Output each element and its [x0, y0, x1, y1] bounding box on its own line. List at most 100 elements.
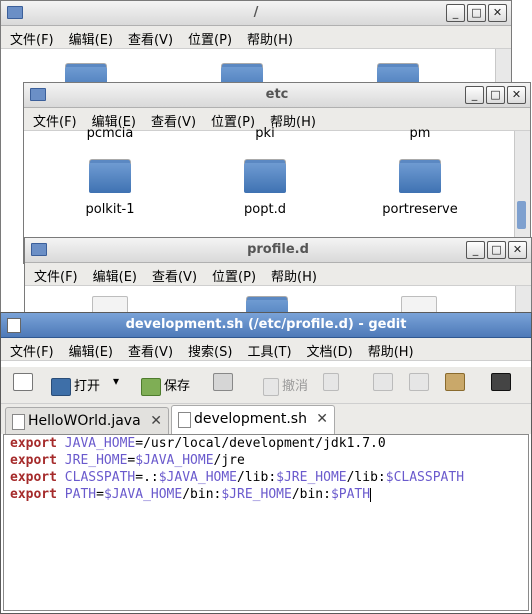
- code-keyword: export: [10, 487, 57, 502]
- scrollbar-thumb[interactable]: [517, 201, 526, 229]
- folder-label-polkit-1[interactable]: polkit-1: [60, 202, 160, 217]
- profile-menubar: 文件(F) 编辑(E) 查看(V) 位置(P) 帮助(H): [25, 263, 531, 286]
- window-controls: _ □ ✕: [464, 241, 527, 259]
- undo-button[interactable]: 撤消: [263, 375, 308, 396]
- menu-file[interactable]: 文件(F): [28, 263, 84, 288]
- menu-edit[interactable]: 编辑(E): [87, 263, 143, 288]
- root-window-title: /: [253, 5, 259, 20]
- tab-development-sh[interactable]: development.sh ✕: [171, 405, 335, 435]
- tab-label: development.sh: [194, 411, 307, 427]
- etc-window-title: etc: [265, 87, 289, 102]
- code-variable: CLASSPATH: [64, 470, 136, 485]
- folder-label-portreserve[interactable]: portreserve: [370, 202, 470, 217]
- menu-tools[interactable]: 工具(T): [241, 338, 297, 363]
- menu-edit[interactable]: 编辑(E): [63, 26, 119, 51]
- folder-icon[interactable]: [399, 159, 441, 193]
- maximize-icon[interactable]: □: [486, 86, 505, 104]
- menu-help[interactable]: 帮助(H): [362, 338, 420, 363]
- find-button[interactable]: [491, 373, 514, 391]
- folder-label-pki[interactable]: pki: [215, 126, 315, 141]
- folder-label-popt-d[interactable]: popt.d: [215, 202, 315, 217]
- gedit-titlebar[interactable]: development.sh (/etc/profile.d) - gedit: [1, 313, 531, 338]
- minimize-icon[interactable]: _: [465, 86, 484, 104]
- code-variable: $PATH: [330, 487, 371, 502]
- code-line[interactable]: export PATH=$JAVA_HOME/bin:$JRE_HOME/bin…: [4, 486, 528, 503]
- window-controls: _ □ ✕: [463, 86, 526, 104]
- folder-label-pm[interactable]: pm: [370, 126, 470, 141]
- document-icon: [12, 414, 25, 430]
- redo-button[interactable]: [323, 373, 342, 391]
- maximize-icon[interactable]: □: [487, 241, 506, 259]
- tab-hello-world-java[interactable]: HelloWOrld.java ✕: [5, 407, 169, 434]
- undo-icon: [263, 377, 279, 396]
- root-titlebar[interactable]: / _ □ ✕: [1, 1, 511, 26]
- code-line[interactable]: export JRE_HOME=$JAVA_HOME/jre: [4, 452, 528, 469]
- code-text: /bin:: [291, 487, 331, 502]
- cut-button[interactable]: [373, 373, 396, 391]
- code-line[interactable]: export CLASSPATH=.:$JAVA_HOME/lib:$JRE_H…: [4, 469, 528, 486]
- copy-button[interactable]: [409, 373, 432, 391]
- save-button[interactable]: 保存: [141, 375, 190, 396]
- code-keyword: export: [10, 470, 57, 485]
- menu-edit[interactable]: 编辑(E): [63, 338, 119, 363]
- etc-titlebar[interactable]: etc _ □ ✕: [24, 83, 530, 108]
- menu-view[interactable]: 查看(V): [146, 263, 203, 288]
- save-button-label: 保存: [164, 379, 191, 394]
- text-editor[interactable]: export JAVA_HOME=/usr/local/development/…: [3, 434, 529, 611]
- undo-button-label: 撤消: [282, 379, 309, 394]
- code-keyword: export: [10, 436, 57, 451]
- root-menubar: 文件(F) 编辑(E) 查看(V) 位置(P) 帮助(H): [1, 26, 511, 49]
- code-text: /lib:: [346, 470, 386, 485]
- minimize-icon[interactable]: _: [466, 241, 485, 259]
- menu-places[interactable]: 位置(P): [182, 26, 238, 51]
- gedit-toolbar: 打开 ▾ 保存 撤消: [1, 367, 531, 404]
- code-line[interactable]: export JAVA_HOME=/usr/local/development/…: [4, 435, 528, 452]
- gedit-window: development.sh (/etc/profile.d) - gedit …: [0, 312, 532, 614]
- menu-file[interactable]: 文件(F): [4, 338, 60, 363]
- open-dropdown-chevron-icon[interactable]: ▾: [113, 374, 119, 388]
- gedit-menubar: 文件(F) 编辑(E) 查看(V) 搜索(S) 工具(T) 文档(D) 帮助(H): [1, 338, 531, 361]
- menu-view[interactable]: 查看(V): [122, 26, 179, 51]
- code-text: /bin:: [182, 487, 222, 502]
- cut-icon: [373, 373, 393, 391]
- open-button[interactable]: 打开: [51, 375, 100, 396]
- close-tab-icon[interactable]: ✕: [150, 408, 162, 434]
- code-keyword: export: [10, 453, 57, 468]
- document-icon: [178, 412, 191, 428]
- paste-icon: [445, 373, 465, 391]
- window-controls: _ □ ✕: [444, 4, 507, 22]
- close-icon[interactable]: ✕: [488, 4, 507, 22]
- menu-places[interactable]: 位置(P): [206, 263, 262, 288]
- profile-window-title: profile.d: [247, 242, 309, 257]
- maximize-icon[interactable]: □: [467, 4, 486, 22]
- paste-button[interactable]: [445, 373, 468, 391]
- print-button[interactable]: [213, 373, 236, 391]
- code-text: =/usr/local/development/jdk1.7.0: [135, 436, 386, 451]
- profile-titlebar[interactable]: profile.d _ □ ✕: [25, 238, 531, 263]
- menu-file[interactable]: 文件(F): [4, 26, 60, 51]
- redo-icon: [323, 373, 339, 391]
- menu-view[interactable]: 查看(V): [122, 338, 179, 363]
- minimize-icon[interactable]: _: [446, 4, 465, 22]
- close-icon[interactable]: ✕: [508, 241, 527, 259]
- code-text: /jre: [213, 453, 245, 468]
- code-text: =: [96, 487, 104, 502]
- new-document-button[interactable]: [13, 373, 36, 391]
- code-variable: $JAVA_HOME: [158, 470, 238, 485]
- close-icon[interactable]: ✕: [507, 86, 526, 104]
- menu-help[interactable]: 帮助(H): [265, 263, 323, 288]
- menu-help[interactable]: 帮助(H): [241, 26, 299, 51]
- save-icon: [141, 377, 161, 396]
- folder-icon[interactable]: [244, 159, 286, 193]
- code-variable: $JRE_HOME: [221, 487, 292, 502]
- code-variable: PATH: [64, 487, 97, 502]
- menu-documents[interactable]: 文档(D): [301, 338, 359, 363]
- menu-search[interactable]: 搜索(S): [182, 338, 238, 363]
- folder-icon[interactable]: [89, 159, 131, 193]
- tab-label: HelloWOrld.java: [28, 413, 141, 429]
- folder-label-pcmcia[interactable]: pcmcia: [60, 126, 160, 141]
- close-tab-icon[interactable]: ✕: [316, 406, 328, 432]
